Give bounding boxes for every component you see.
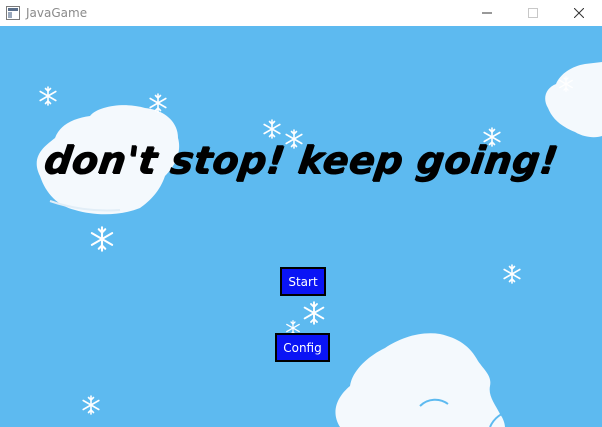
title-bar[interactable]: JavaGame: [0, 0, 602, 26]
snowflake-icon: [303, 301, 325, 325]
cloud-icon: [335, 333, 511, 427]
snowflake-icon: [39, 86, 57, 106]
game-canvas[interactable]: don't stop! keep going! Start Config: [0, 26, 602, 427]
snowflake-icon: [90, 226, 114, 252]
snowflake-icon: [503, 264, 521, 284]
maximize-button[interactable]: [510, 0, 556, 26]
minimize-button[interactable]: [464, 0, 510, 26]
close-icon: [574, 8, 584, 18]
close-button[interactable]: [556, 0, 602, 26]
java-app-icon: [6, 6, 20, 20]
minimize-icon: [482, 12, 492, 14]
snowflake-icon: [149, 93, 167, 113]
window-title: JavaGame: [26, 6, 88, 20]
app-window: JavaGame don't stop! keep going! Start C…: [0, 0, 602, 427]
cloud-icon: [545, 62, 602, 138]
config-button[interactable]: Config: [275, 333, 330, 362]
game-headline: don't stop! keep going!: [41, 138, 561, 182]
scene-background: [36, 62, 602, 427]
snowflake-icon: [82, 395, 100, 415]
start-button[interactable]: Start: [280, 267, 326, 296]
maximize-icon: [528, 8, 538, 18]
snowflake-icon: [263, 119, 281, 139]
